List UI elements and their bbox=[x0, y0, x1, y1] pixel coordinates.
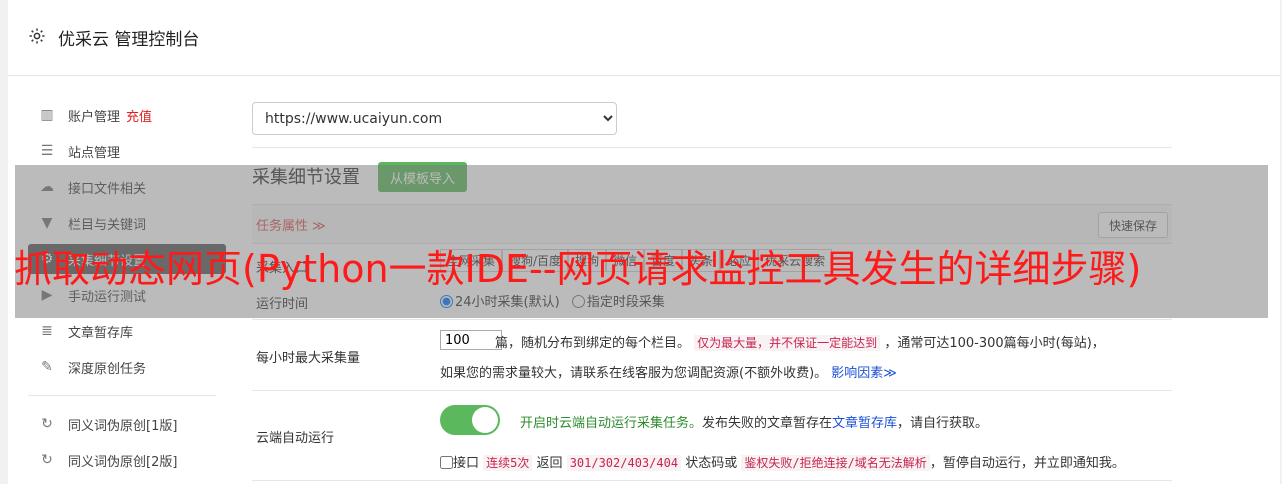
max-per-hour-input[interactable] bbox=[440, 330, 502, 350]
sidebar-item-label: 同义词伪原创[2版] bbox=[68, 454, 178, 470]
sidebar-item-label: 同义词伪原创[1版] bbox=[68, 418, 178, 434]
page-title: 优采云 管理控制台 bbox=[58, 30, 200, 50]
influence-factors-link[interactable]: 影响因素≫ bbox=[831, 366, 897, 381]
sidebar-item-synonym-v1[interactable]: ↻ 同义词伪原创[1版] bbox=[38, 409, 218, 439]
overlay-title: 抓取动态网页(Python一款IDE--网页请求监控工具发生的详细步骤) bbox=[14, 247, 1142, 291]
pause-condition: 接口 连续5次 返回 301/302/403/404 状态码或 鉴权失败/拒绝连… bbox=[440, 452, 1125, 471]
pause-checkbox[interactable] bbox=[440, 456, 453, 469]
divider bbox=[252, 319, 1172, 320]
code-text: 连续5次 bbox=[483, 455, 533, 471]
page-header: 优采云 管理控制台 bbox=[8, 0, 1280, 76]
desc-text: 如果您的需求量较大，请联系在线客服为您调配资源(不额外收费)。 bbox=[440, 366, 828, 381]
desc-text: 篇，随机分布到绑定的每个栏目。 bbox=[495, 336, 691, 351]
article-storage-link[interactable]: 文章暂存库 bbox=[832, 416, 897, 431]
sidebar-item-synonym-v2[interactable]: ↻ 同义词伪原创[2版] bbox=[38, 445, 218, 475]
cloud-run-green-text: 开启时云端自动运行采集任务。 bbox=[520, 416, 703, 431]
divider bbox=[252, 390, 1172, 391]
cloud-run-label: 云端自动运行 bbox=[256, 431, 335, 446]
warning-code: 仅为最大量，并不保证一定能达到 bbox=[694, 335, 881, 351]
sidebar-item-deep-original[interactable]: ✎ 深度原创任务 bbox=[38, 352, 218, 382]
checkbox-label: 接口 bbox=[453, 456, 480, 471]
site-select[interactable]: https://www.ucaiyun.com bbox=[252, 102, 617, 135]
refresh-icon: ↻ bbox=[41, 452, 53, 468]
desc-text: 状态码或 bbox=[685, 456, 738, 471]
gear-icon bbox=[29, 28, 45, 44]
max-per-hour-desc-2: 如果您的需求量较大，请联系在线客服为您调配资源(不额外收费)。 影响因素≫ bbox=[440, 362, 897, 381]
database-icon: ≣ bbox=[41, 323, 53, 339]
code-text: 鉴权失败/拒绝连接/域名无法解析 bbox=[741, 455, 930, 471]
gray-overlay bbox=[15, 165, 1268, 318]
divider bbox=[252, 480, 1172, 481]
desc-text: 返回 bbox=[536, 456, 563, 471]
cloud-run-desc: 开启时云端自动运行采集任务。发布失败的文章暂存在文章暂存库，请自行获取。 bbox=[520, 412, 988, 431]
sidebar-item-label: 文章暂存库 bbox=[68, 325, 134, 341]
refresh-icon: ↻ bbox=[41, 416, 53, 432]
toggle-knob bbox=[472, 407, 498, 433]
sidebar-item-sites[interactable]: ☰ 站点管理 bbox=[38, 136, 218, 166]
desc-text: 发布失败的文章暂存在 bbox=[702, 416, 833, 431]
divider bbox=[252, 147, 1172, 148]
cloud-run-toggle[interactable] bbox=[440, 405, 500, 435]
code-text: 301/302/403/404 bbox=[566, 455, 682, 471]
server-icon: ☰ bbox=[40, 143, 54, 159]
sidebar-item-label: 深度原创任务 bbox=[68, 361, 147, 377]
max-per-hour-desc: 篇，随机分布到绑定的每个栏目。 仅为最大量，并不保证一定能达到 ，通常可达100… bbox=[495, 332, 1105, 351]
sidebar-item-article-storage[interactable]: ≣ 文章暂存库 bbox=[38, 316, 218, 346]
sidebar-item-label: 站点管理 bbox=[68, 145, 121, 161]
bar-chart-icon: ▥ bbox=[40, 107, 54, 123]
desc-text: ，请自行获取。 bbox=[897, 416, 989, 431]
sidebar-item-account[interactable]: ▥ 账户管理 充值 bbox=[38, 100, 218, 130]
sidebar-divider bbox=[28, 395, 216, 396]
recharge-link[interactable]: 充值 bbox=[126, 106, 152, 125]
desc-text: ，通常可达100-300篇每小时(每站)， bbox=[884, 336, 1105, 351]
max-per-hour-label: 每小时最大采集量 bbox=[256, 351, 361, 366]
edit-icon: ✎ bbox=[41, 359, 53, 375]
sidebar-item-label: 账户管理 bbox=[68, 109, 121, 125]
desc-text: ，暂停自动运行，并立即通知我。 bbox=[929, 456, 1125, 471]
